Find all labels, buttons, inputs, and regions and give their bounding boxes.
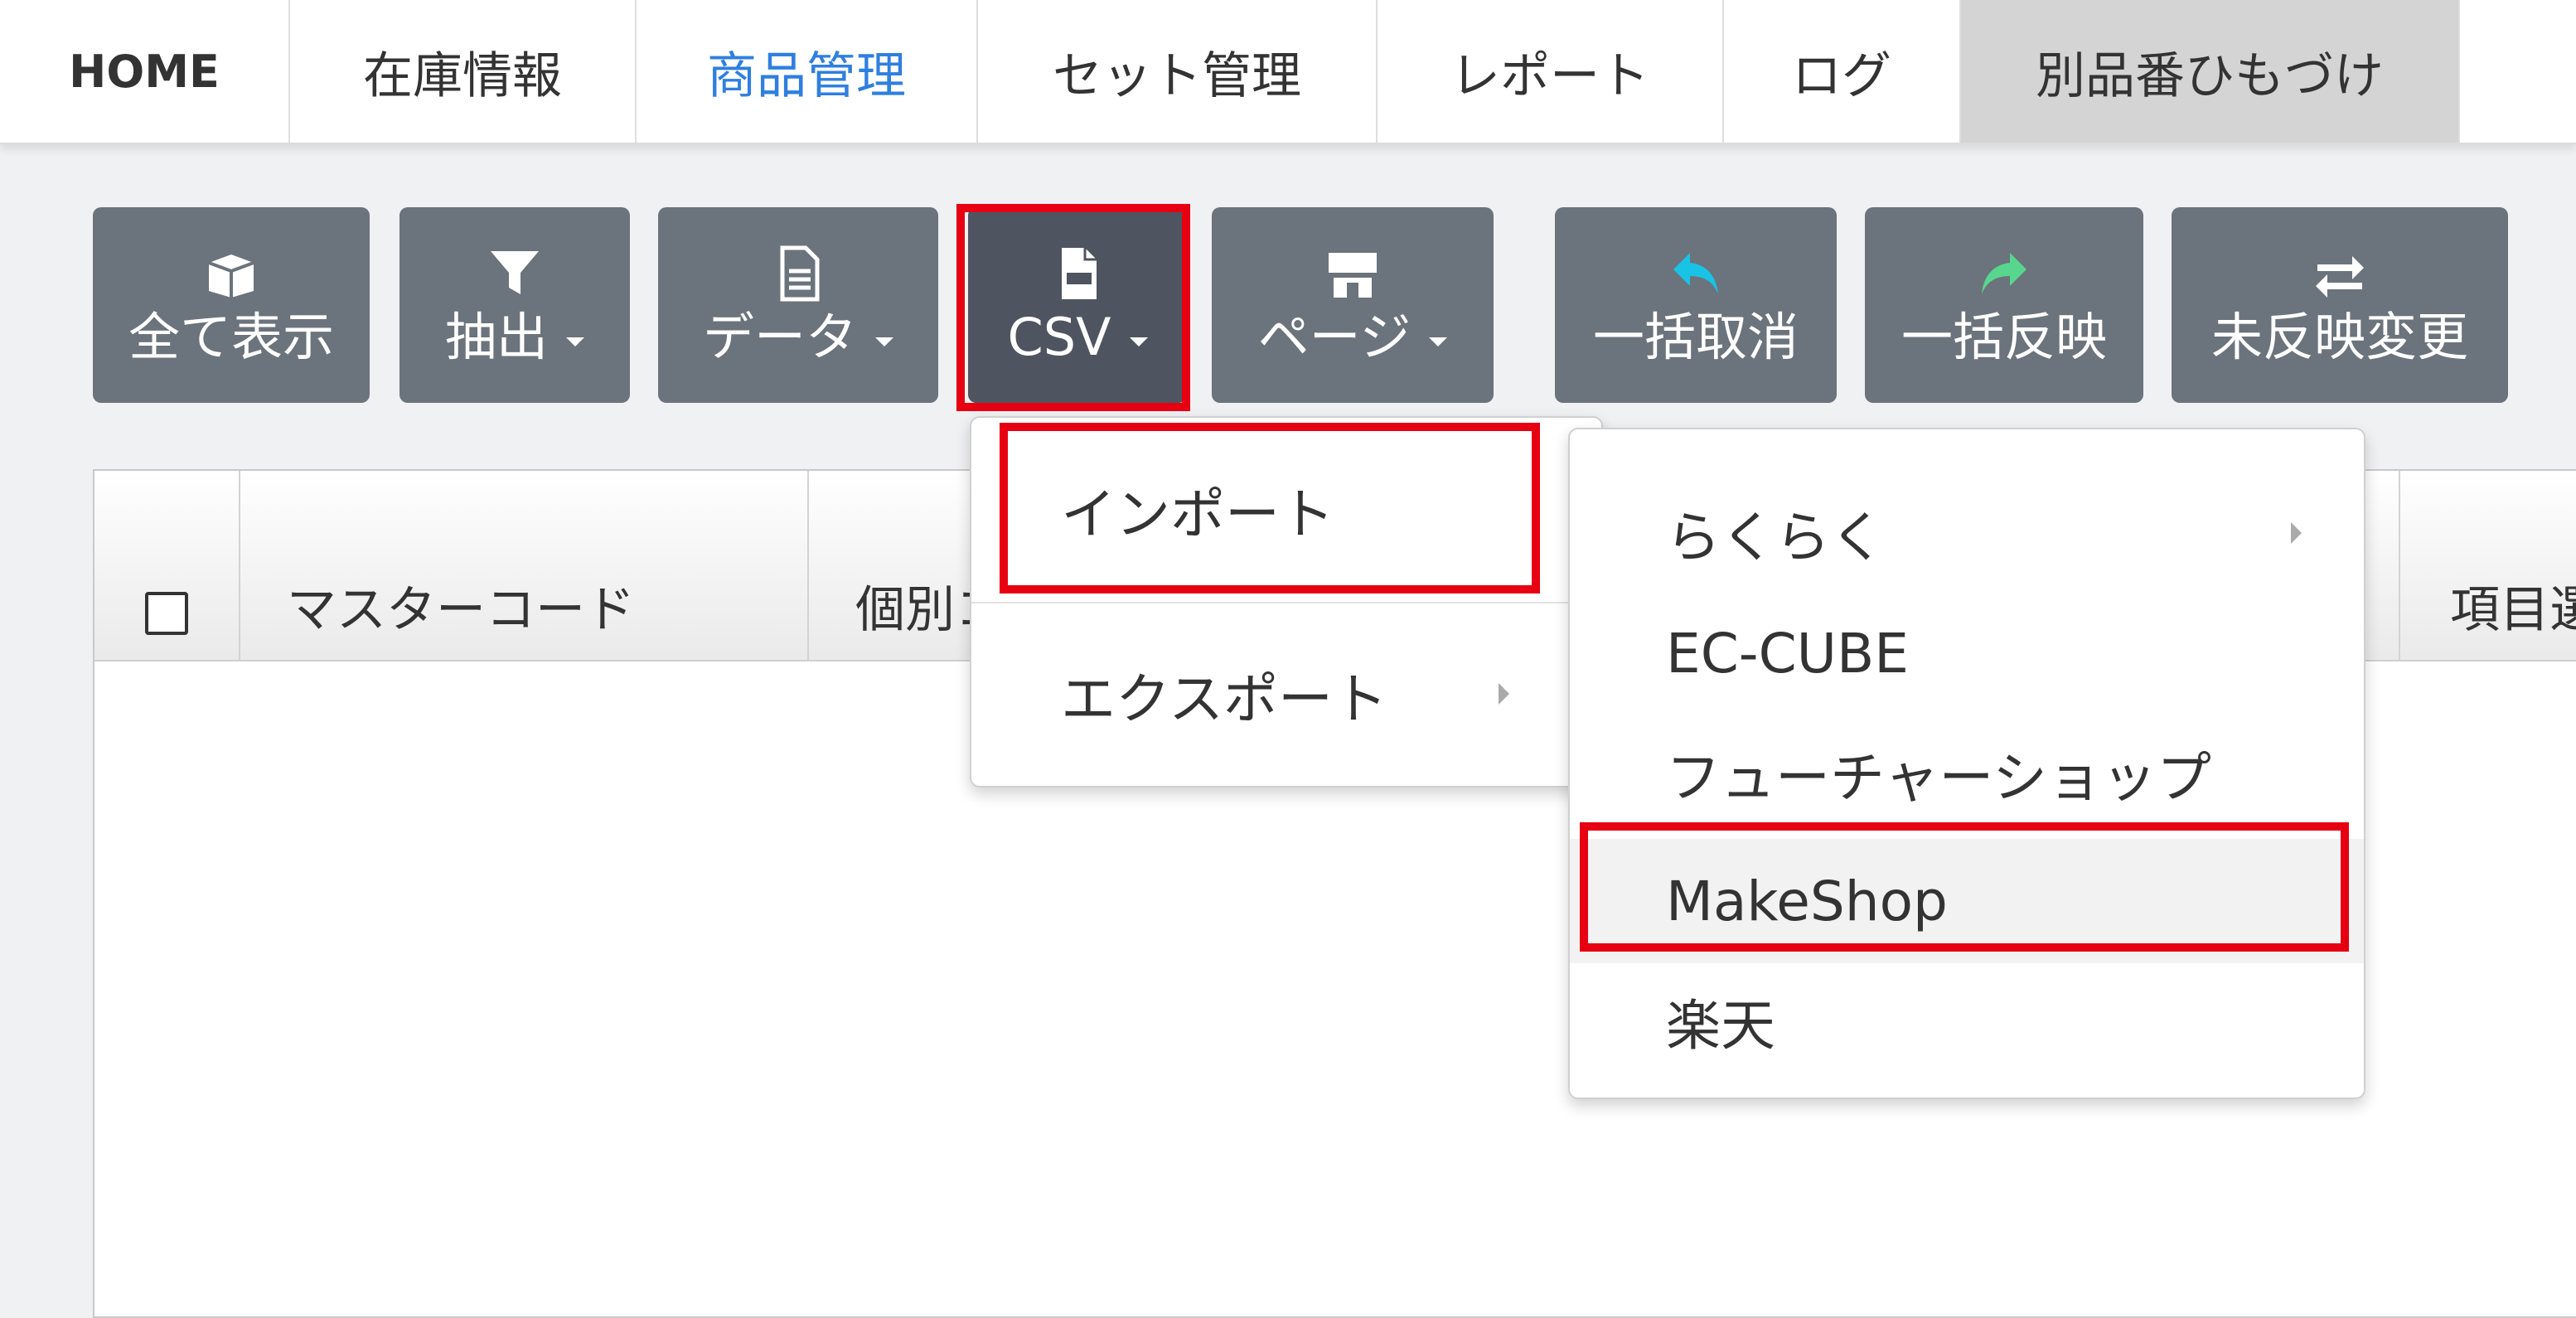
menu-item-export[interactable]: エクスポート xyxy=(971,603,1601,786)
data-label: データ xyxy=(702,306,857,367)
bulk-cancel-label: 一括取消 xyxy=(1592,306,1799,367)
column-header-item-select[interactable]: 項目選 xyxy=(2399,471,2576,660)
page-button[interactable]: ページ xyxy=(1212,207,1494,403)
submenu-item-future-shop[interactable]: フューチャーショップ xyxy=(1570,711,2364,836)
column-header-master-code[interactable]: マスターコード xyxy=(240,471,809,660)
caret-down-icon xyxy=(875,337,893,346)
exchange-arrows-icon xyxy=(2316,255,2364,298)
chevron-right-icon xyxy=(2291,522,2302,544)
box-open-icon xyxy=(208,254,254,298)
filter-icon xyxy=(491,250,539,294)
submenu-item-ec-cube[interactable]: EC-CUBE xyxy=(1570,595,2364,711)
rakuraku-label: らくらく xyxy=(1666,506,1885,569)
tab-home[interactable]: HOME xyxy=(0,0,290,143)
unapplied-changes-button[interactable]: 未反映変更 xyxy=(2172,207,2508,403)
tab-report[interactable]: レポート xyxy=(1378,0,1724,143)
import-submenu: らくらく EC-CUBE フューチャーショップ MakeShop 楽天 xyxy=(1568,428,2365,1099)
top-navigation: HOME 在庫情報 商品管理 セット管理 レポート ログ 別品番ひもづけ xyxy=(0,0,2576,144)
document-icon xyxy=(780,245,820,302)
caret-down-icon xyxy=(1129,337,1148,346)
menu-item-import[interactable]: インポート xyxy=(971,418,1601,602)
select-all-header xyxy=(94,471,240,660)
item-select-label: 項目選 xyxy=(2450,581,2576,639)
makeshop-label: MakeShop xyxy=(1666,869,1948,933)
show-all-button[interactable]: 全て表示 xyxy=(93,207,370,403)
tab-product-management[interactable]: 商品管理 xyxy=(637,0,978,143)
bulk-cancel-button[interactable]: 一括取消 xyxy=(1555,207,1837,403)
bulk-apply-label: 一括反映 xyxy=(1901,306,2107,367)
import-label: インポート xyxy=(1061,482,1334,546)
master-code-label: マスターコード xyxy=(287,581,635,639)
csv-file-icon xyxy=(1062,247,1097,299)
submenu-item-rakuten[interactable]: 楽天 xyxy=(1570,963,2364,1079)
csv-label: CSV xyxy=(1007,306,1111,367)
unapplied-changes-label: 未反映変更 xyxy=(2210,306,2468,367)
submenu-item-makeshop[interactable]: MakeShop xyxy=(1570,839,2364,963)
future-shop-label: フューチャーショップ xyxy=(1666,746,2212,810)
tab-log[interactable]: ログ xyxy=(1724,0,1961,143)
chevron-right-icon xyxy=(1499,683,1509,705)
export-label: エクスポート xyxy=(1061,667,1388,731)
ec-cube-label: EC-CUBE xyxy=(1666,621,1909,686)
caret-down-icon xyxy=(1429,337,1448,346)
tab-stock-info[interactable]: 在庫情報 xyxy=(290,0,637,143)
submenu-item-rakuraku[interactable]: らくらく xyxy=(1570,463,2364,603)
csv-button[interactable]: CSV xyxy=(968,207,1187,403)
tab-set-management[interactable]: セット管理 xyxy=(978,0,1378,143)
tab-alt-product-link[interactable]: 別品番ひもづけ xyxy=(1961,0,2460,143)
select-all-checkbox[interactable] xyxy=(145,592,188,635)
extract-button[interactable]: 抽出 xyxy=(399,207,630,403)
csv-dropdown-menu: インポート エクスポート xyxy=(970,416,1603,787)
page-label: ページ xyxy=(1257,306,1411,367)
store-icon xyxy=(1329,252,1377,298)
caret-down-icon xyxy=(566,337,584,346)
extract-label: 抽出 xyxy=(444,306,548,367)
rakuten-label: 楽天 xyxy=(1666,994,1775,1058)
redo-arrow-icon xyxy=(1982,252,2026,294)
undo-arrow-icon xyxy=(1673,252,1718,294)
data-button[interactable]: データ xyxy=(658,207,938,403)
show-all-label: 全て表示 xyxy=(128,306,334,367)
bulk-apply-button[interactable]: 一括反映 xyxy=(1865,207,2143,403)
